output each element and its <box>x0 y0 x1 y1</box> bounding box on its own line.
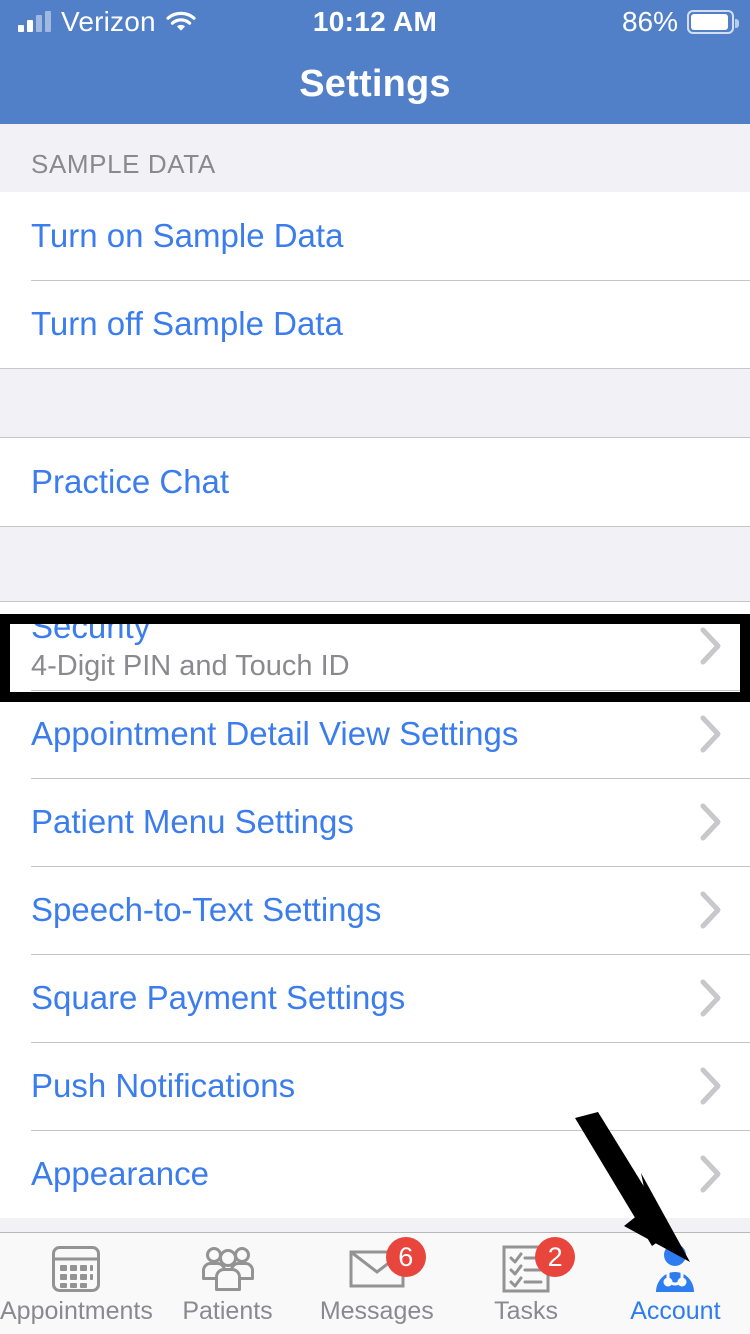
tab-label: Appointments <box>0 1297 153 1325</box>
battery-percent-label: 86% <box>621 6 678 37</box>
chevron-right-icon <box>700 1067 722 1105</box>
doctor-avatar-icon <box>646 1243 704 1295</box>
chevron-right-icon <box>700 627 722 665</box>
people-group-icon <box>199 1243 257 1295</box>
list-item-appointment-detail-view-settings[interactable]: Appointment Detail View Settings <box>0 690 750 778</box>
row-texts: Turn on Sample Data <box>31 216 722 254</box>
tab-bar[interactable]: Appointments Patients 6 Messages 2 Tasks… <box>0 1232 750 1334</box>
battery-icon <box>687 10 739 34</box>
settings-list[interactable]: SAMPLE DATA Turn on Sample Data Turn off… <box>0 124 750 1232</box>
list-item-label: Square Payment Settings <box>31 978 406 1016</box>
navigation-bar: Settings <box>0 44 750 124</box>
tab-label: Messages <box>319 1297 434 1325</box>
row-texts: Patient Menu Settings <box>31 802 688 840</box>
list-item-label: Speech-to-Text Settings <box>31 890 382 928</box>
settings-group-practice-chat: Practice Chat <box>0 438 750 526</box>
tab-appointments[interactable]: Appointments <box>0 1233 153 1334</box>
list-item-label: Turn off Sample Data <box>31 304 343 342</box>
tab-messages[interactable]: 6 Messages <box>302 1233 451 1334</box>
list-item-square-payment-settings[interactable]: Square Payment Settings <box>0 954 750 1042</box>
row-texts: Appearance <box>31 1154 688 1192</box>
status-bar: Verizon 10:12 AM 86% <box>0 0 750 44</box>
tab-patients[interactable]: Patients <box>153 1233 302 1334</box>
chevron-right-icon <box>700 979 722 1017</box>
checklist-icon: 2 <box>497 1237 576 1295</box>
list-item-label: Appearance <box>31 1154 209 1192</box>
list-item-label: Practice Chat <box>31 462 230 500</box>
row-texts: Turn off Sample Data <box>31 304 722 342</box>
tab-tasks[interactable]: 2 Tasks <box>451 1233 600 1334</box>
row-texts: Push Notifications <box>31 1066 688 1104</box>
list-item-appearance[interactable]: Appearance <box>0 1130 750 1218</box>
settings-group-preferences: Security 4-Digit PIN and Touch ID Appoin… <box>0 602 750 1218</box>
list-item-push-notifications[interactable]: Push Notifications <box>0 1042 750 1130</box>
badge-tasks: 2 <box>535 1237 576 1277</box>
row-texts: Practice Chat <box>31 462 722 500</box>
list-item-patient-menu-settings[interactable]: Patient Menu Settings <box>0 778 750 866</box>
tab-label: Patients <box>182 1297 273 1325</box>
section-gap-1 <box>0 368 750 438</box>
app-screen: Verizon 10:12 AM 86% Settings SAMPLE DAT… <box>0 0 750 1334</box>
page-title: Settings <box>299 62 451 105</box>
envelope-icon: 6 <box>348 1237 426 1295</box>
list-item-security[interactable]: Security 4-Digit PIN and Touch ID <box>0 602 750 690</box>
section-gap-2 <box>0 526 750 602</box>
list-item-turn-off-sample-data[interactable]: Turn off Sample Data <box>0 280 750 368</box>
chevron-right-icon <box>700 803 722 841</box>
calendar-icon <box>47 1243 105 1295</box>
list-item-practice-chat[interactable]: Practice Chat <box>0 438 750 526</box>
list-item-speech-to-text-settings[interactable]: Speech-to-Text Settings <box>0 866 750 954</box>
tab-label: Account <box>630 1297 721 1325</box>
tab-label: Tasks <box>494 1297 559 1325</box>
list-item-label: Patient Menu Settings <box>31 802 354 840</box>
status-bar-right: 86% <box>621 6 739 38</box>
settings-group-sample-data: Turn on Sample Data Turn off Sample Data <box>0 192 750 368</box>
list-item-subtitle: 4-Digit PIN and Touch ID <box>31 649 350 682</box>
list-item-label: Appointment Detail View Settings <box>31 714 519 752</box>
row-texts: Speech-to-Text Settings <box>31 890 688 928</box>
row-texts: Appointment Detail View Settings <box>31 714 688 752</box>
list-item-label: Push Notifications <box>31 1066 296 1104</box>
section-header-sample-data: SAMPLE DATA <box>0 124 750 192</box>
list-item-label: Turn on Sample Data <box>31 216 344 254</box>
row-texts: Security 4-Digit PIN and Touch ID <box>31 609 688 682</box>
chevron-right-icon <box>700 715 722 753</box>
chevron-right-icon <box>700 891 722 929</box>
chevron-right-icon <box>700 1155 722 1193</box>
row-texts: Square Payment Settings <box>31 978 688 1016</box>
list-item-turn-on-sample-data[interactable]: Turn on Sample Data <box>0 192 750 280</box>
badge-messages: 6 <box>385 1237 426 1277</box>
list-item-label: Security <box>31 608 151 646</box>
tab-account[interactable]: Account <box>601 1233 750 1334</box>
